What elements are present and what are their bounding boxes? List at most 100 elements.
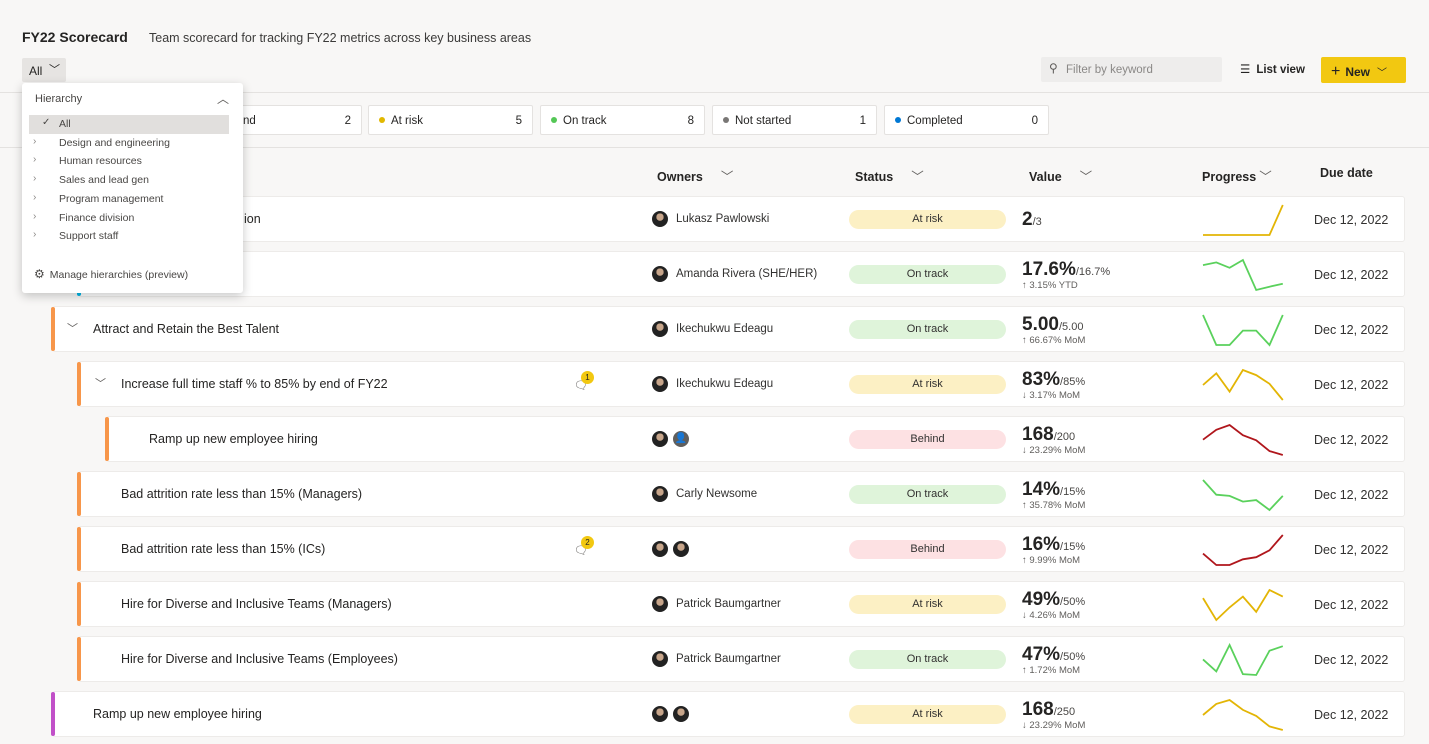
owners[interactable]: Patrick Baumgartner <box>651 595 781 613</box>
status-badge[interactable]: On track <box>849 320 1006 339</box>
owners[interactable]: Amanda Rivera (SHE/HER) <box>651 265 817 283</box>
status-badge[interactable]: At risk <box>849 705 1006 724</box>
hierarchy-option[interactable]: › Sales and lead gen <box>29 171 229 190</box>
owners[interactable] <box>651 705 693 723</box>
status-badge[interactable]: Behind <box>849 430 1006 449</box>
value-change: ↑ 9.99% MoM <box>1022 555 1081 566</box>
new-button[interactable]: + New ﹀ <box>1321 57 1406 83</box>
scorecard-row[interactable]: Hire for Diverse and Inclusive Teams (Ma… <box>77 581 1405 627</box>
metric-name[interactable]: Bad attrition rate less than 15% (ICs) <box>121 542 325 556</box>
manage-hierarchies-label: Manage hierarchies (preview) <box>49 269 189 281</box>
owners[interactable]: Ikechukwu Edeagu <box>651 320 773 338</box>
scorecard-row[interactable]: Amanda Rivera (SHE/HER) On track 17.6%/16.… <box>77 251 1405 297</box>
avatar[interactable] <box>651 375 669 393</box>
list-view-button[interactable]: ☰ List view <box>1240 62 1305 76</box>
hierarchy-option[interactable]: › Finance division <box>29 209 229 228</box>
manage-hierarchies-link[interactable]: ⚙ Manage hierarchies (preview) <box>34 267 188 281</box>
avatar[interactable] <box>672 540 690 558</box>
avatar[interactable] <box>651 485 669 503</box>
comment-icon[interactable]: 🗨 2 <box>574 536 594 557</box>
search-input[interactable]: ⚲ Filter by keyword <box>1041 57 1222 82</box>
search-placeholder: Filter by keyword <box>1066 64 1153 76</box>
avatar[interactable] <box>651 210 669 228</box>
chevron-right-icon[interactable]: › <box>33 192 36 203</box>
status-badge[interactable]: On track <box>849 485 1006 504</box>
chevron-right-icon[interactable]: › <box>33 211 36 222</box>
avatar[interactable] <box>651 650 669 668</box>
chip-label: At risk <box>391 115 423 127</box>
chevron-down-icon[interactable]: ﹀ <box>67 320 78 336</box>
status-badge[interactable]: At risk <box>849 210 1006 229</box>
chevron-right-icon[interactable]: › <box>33 229 36 240</box>
column-due-date[interactable]: Due date <box>1320 166 1373 180</box>
metric-name[interactable]: Ramp up new employee hiring <box>149 432 318 446</box>
scorecard-row[interactable]: Ramp up new employee hiring At risk 168/25… <box>51 691 1405 737</box>
owners[interactable]: Ikechukwu Edeagu <box>651 375 773 393</box>
status-badge[interactable]: At risk <box>849 595 1006 614</box>
status-dot-icon <box>723 117 729 123</box>
status-badge[interactable]: Behind <box>849 540 1006 559</box>
owners[interactable]: 👤 <box>651 430 693 448</box>
scorecard-row[interactable]: Bad attrition rate less than 15% (Manage… <box>77 471 1405 517</box>
metric-name[interactable]: Hire for Diverse and Inclusive Teams (Ma… <box>121 597 392 611</box>
metric-name[interactable]: ion <box>244 212 261 226</box>
scorecard-row[interactable]: ion Lukasz Pawlowski At risk 2/3 Dec 12, 202… <box>52 196 1405 242</box>
chevron-right-icon[interactable]: › <box>33 154 36 165</box>
column-owners[interactable]: Owners ﹀ <box>657 166 733 185</box>
hierarchy-option[interactable]: › Support staff <box>29 227 229 246</box>
chip-label: Not started <box>735 115 792 127</box>
avatar[interactable] <box>651 265 669 283</box>
metric-name[interactable]: Ramp up new employee hiring <box>93 707 262 721</box>
avatar[interactable] <box>651 430 669 448</box>
hierarchy-option[interactable]: ✓ All <box>29 115 229 134</box>
status-dot-icon <box>895 117 901 123</box>
column-value[interactable]: Value ﹀ <box>1029 166 1092 185</box>
metric-name[interactable]: Increase full time staff % to 85% by end… <box>121 377 388 391</box>
status-badge[interactable]: On track <box>849 650 1006 669</box>
status-badge[interactable]: At risk <box>849 375 1006 394</box>
owners[interactable]: Lukasz Pawlowski <box>651 210 769 228</box>
hierarchy-option[interactable]: › Program management <box>29 190 229 209</box>
metric-name[interactable]: Hire for Diverse and Inclusive Teams (Em… <box>121 652 398 666</box>
owners[interactable] <box>651 540 693 558</box>
hierarchy-option[interactable]: › Human resources <box>29 152 229 171</box>
avatar[interactable] <box>651 320 669 338</box>
avatar[interactable]: 👤 <box>672 430 690 448</box>
scorecard-row[interactable]: ﹀ Attract and Retain the Best Talent Ikech… <box>51 306 1405 352</box>
chevron-right-icon[interactable]: › <box>33 136 36 147</box>
metric-name[interactable]: Bad attrition rate less than 15% (Manage… <box>121 487 362 501</box>
avatar[interactable] <box>651 705 669 723</box>
value-change: ↑ 1.72% MoM <box>1022 665 1081 676</box>
progress-sparkline <box>1202 534 1284 566</box>
chevron-up-icon[interactable]: ︿ <box>217 90 229 107</box>
chevron-right-icon[interactable]: › <box>33 173 36 184</box>
column-progress[interactable]: Progress ﹀ <box>1202 166 1272 185</box>
status-filter-chip[interactable]: On track 8 <box>540 105 705 135</box>
avatar[interactable] <box>672 705 690 723</box>
target-value: /250 <box>1053 706 1076 718</box>
owners[interactable]: Patrick Baumgartner <box>651 650 781 668</box>
status-badge[interactable]: On track <box>849 265 1006 284</box>
owners[interactable]: Carly Newsome <box>651 485 757 503</box>
hierarchy-option[interactable]: › Design and engineering <box>29 134 229 153</box>
scorecard-row[interactable]: Hire for Diverse and Inclusive Teams (Em… <box>77 636 1405 682</box>
metric-name[interactable]: Attract and Retain the Best Talent <box>93 322 279 336</box>
avatar[interactable] <box>651 540 669 558</box>
avatar[interactable] <box>651 595 669 613</box>
scorecard-row[interactable]: Bad attrition rate less than 15% (ICs) 🗨 2… <box>77 526 1405 572</box>
comment-icon[interactable]: 🗨 1 <box>574 371 594 392</box>
chevron-down-icon: ﹀ <box>720 170 734 184</box>
sparkline-line <box>1202 314 1284 347</box>
chip-count: 2 <box>344 115 351 127</box>
scorecard-row[interactable]: ﹀ Increase full time staff % to 85% by en… <box>77 361 1405 407</box>
value-change: ↑ 3.15% YTD <box>1022 280 1078 291</box>
hierarchy-filter-button[interactable]: All ﹀ <box>22 58 66 82</box>
hierarchy-dropdown: Hierarchy ︿ ✓ All › Design and engineering ›… <box>22 83 243 293</box>
status-filter-chip[interactable]: Completed 0 <box>884 105 1049 135</box>
status-filter-chip[interactable]: Not started 1 <box>712 105 877 135</box>
status-filter-chip[interactable]: At risk 5 <box>368 105 533 135</box>
scorecard-row[interactable]: Ramp up new employee hiring 👤 Behind 168/20… <box>105 416 1405 462</box>
chevron-down-icon[interactable]: ﹀ <box>95 375 106 391</box>
column-status[interactable]: Status ﹀ <box>855 166 924 185</box>
comment-count-badge: 1 <box>581 371 594 384</box>
